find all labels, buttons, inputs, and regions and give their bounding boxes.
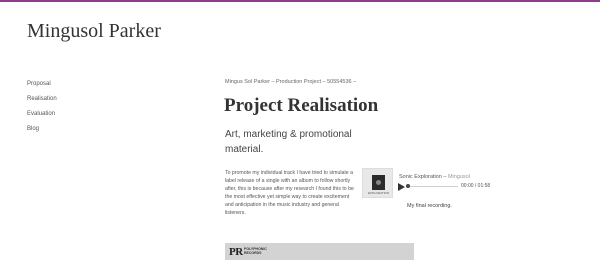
breadcrumb: Mingus Sol Parker – Production Project –…: [225, 79, 357, 85]
nav-item-evaluation[interactable]: Evaluation: [27, 111, 57, 118]
audio-player: EXPLORATION Sonic Exploration – Mingusol…: [362, 168, 522, 218]
track-separator: –: [443, 174, 447, 180]
album-cover: EXPLORATION: [362, 168, 393, 198]
site-title[interactable]: Mingusol Parker: [27, 21, 177, 42]
sidebar-nav: Proposal Realisation Evaluation Blog: [27, 81, 57, 141]
nav-item-blog[interactable]: Blog: [27, 126, 57, 133]
progress-handle[interactable]: [406, 184, 410, 188]
cover-art-icon: [372, 175, 385, 190]
logo-text: POLYPHONIC RECORDS: [244, 247, 267, 255]
page-title: Project Realisation: [224, 95, 379, 116]
nav-item-realisation[interactable]: Realisation: [27, 96, 57, 103]
player-caption: My final recording.: [407, 203, 452, 209]
label-logo-banner: PR POLYPHONIC RECORDS: [225, 243, 414, 260]
page-subtitle: Art, marketing & promotional material.: [225, 129, 352, 155]
time-display: 00:00 / 01:58: [461, 183, 491, 189]
cover-caption: EXPLORATION: [367, 191, 390, 195]
body-paragraph: To promote my individual track I have tr…: [225, 170, 354, 216]
track-title[interactable]: Sonic Exploration: [399, 174, 442, 180]
top-accent-bar: [0, 0, 600, 2]
track-info: Sonic Exploration – Mingusol: [399, 174, 470, 180]
logo-line-2: RECORDS: [244, 251, 262, 255]
track-artist[interactable]: Mingusol: [448, 174, 470, 180]
logo-mark: PR: [229, 246, 243, 258]
nav-item-proposal[interactable]: Proposal: [27, 81, 57, 88]
progress-bar[interactable]: [406, 184, 458, 188]
play-icon[interactable]: [398, 183, 405, 191]
